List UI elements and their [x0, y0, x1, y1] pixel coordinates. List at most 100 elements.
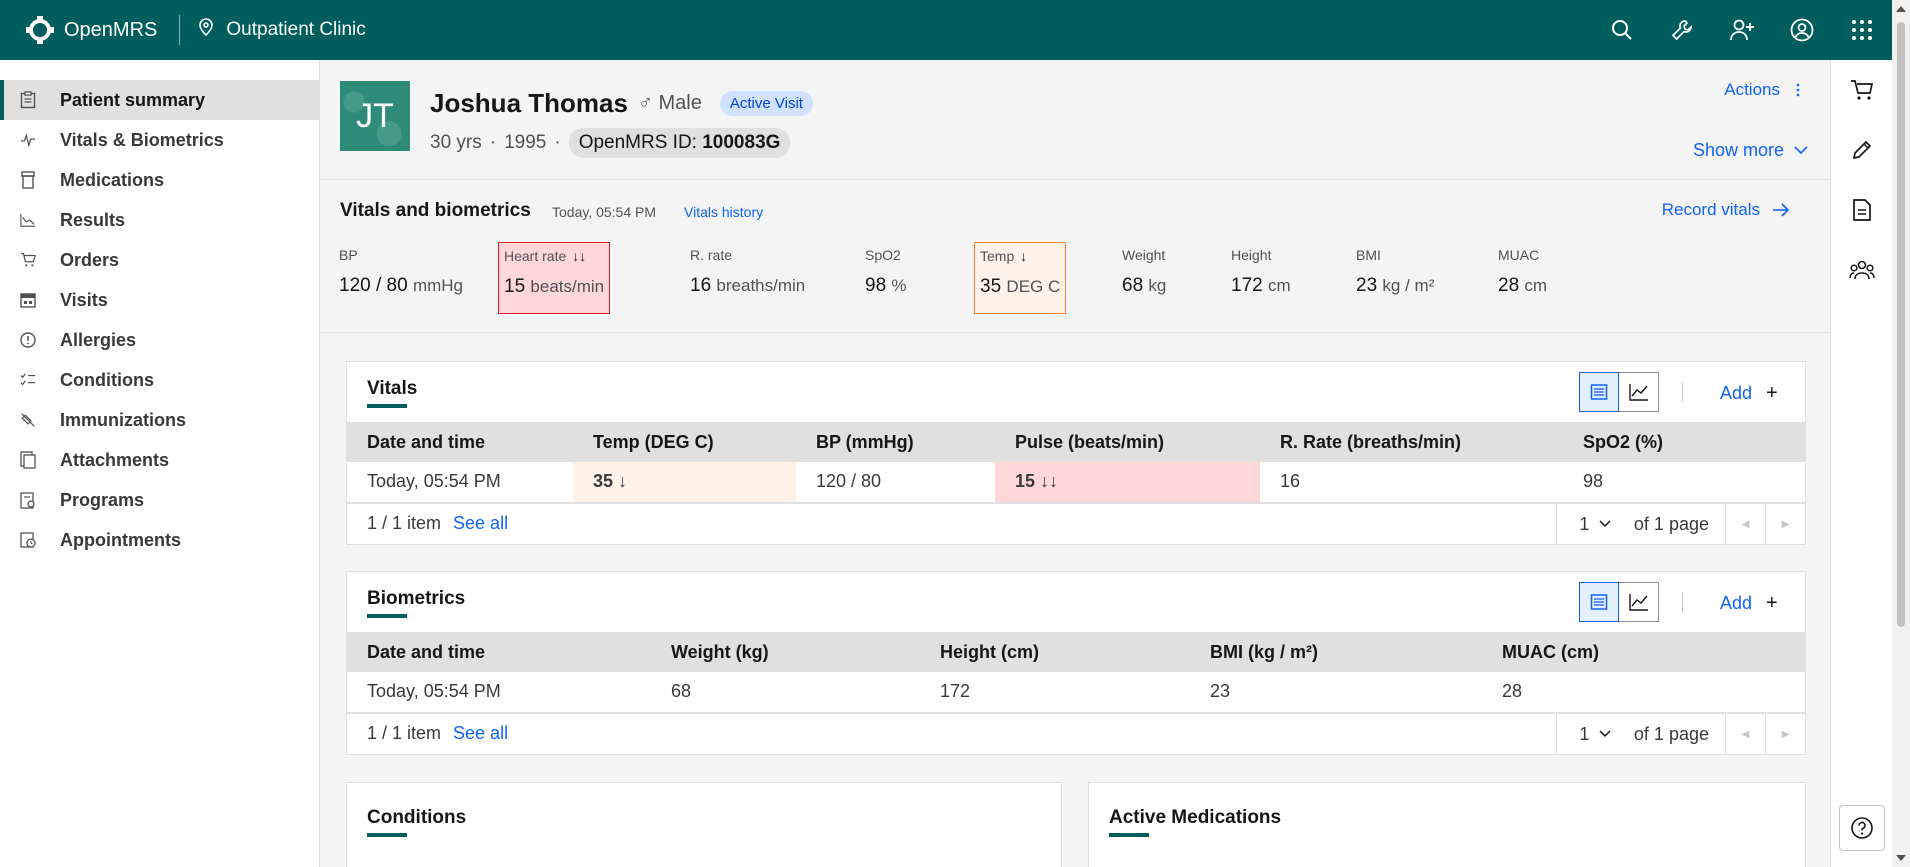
column-header[interactable]: Temp (DEG C) — [573, 422, 796, 462]
vital-tile-spo2: SpO2 98 % — [860, 242, 912, 314]
vitals-table: Date and time Temp (DEG C) BP (mmHg) Pul… — [347, 422, 1805, 503]
column-header[interactable]: Pulse (beats/min) — [995, 422, 1260, 462]
nav-item-label: Immunizations — [60, 409, 187, 430]
location-selector[interactable]: Outpatient Clinic — [198, 18, 366, 42]
brand-logo-link[interactable]: OpenMRS — [0, 0, 157, 60]
nav-item-appointments[interactable]: Appointments — [0, 520, 319, 560]
column-header[interactable]: Date and time — [347, 632, 651, 672]
cell-date: Today, 05:54 PM — [347, 462, 573, 503]
see-all-link[interactable]: See all — [453, 513, 508, 534]
visit-note-button[interactable] — [1831, 120, 1893, 180]
column-header[interactable]: R. Rate (breaths/min) — [1260, 422, 1563, 462]
nav-item-patient-summary[interactable]: Patient summary — [0, 80, 319, 120]
nav-item-orders[interactable]: Orders — [0, 240, 319, 280]
patient-actions-button[interactable]: Actions — [1724, 80, 1800, 100]
nav-item-results[interactable]: Results — [0, 200, 319, 240]
column-header[interactable]: MUAC (cm) — [1482, 632, 1805, 672]
column-header[interactable]: BP (mmHg) — [796, 422, 995, 462]
nav-item-label: Results — [60, 209, 126, 230]
cell-bmi: 23 — [1190, 672, 1482, 713]
help-button[interactable] — [1839, 805, 1885, 851]
column-header[interactable]: BMI (kg / m²) — [1190, 632, 1482, 672]
page-scrollbar[interactable] — [1892, 0, 1910, 867]
scrollbar-thumb[interactable] — [1897, 22, 1905, 627]
vital-label: Temp — [980, 248, 1015, 264]
system-admin-button[interactable] — [1652, 0, 1712, 60]
column-header[interactable]: Height (cm) — [920, 632, 1190, 672]
nav-item-immunizations[interactable]: Immunizations — [0, 400, 319, 440]
vital-tile-muac: MUAC 28 cm — [1493, 242, 1552, 314]
column-header[interactable]: Date and time — [347, 422, 573, 462]
header-actions — [1592, 0, 1910, 60]
nav-item-allergies[interactable]: Allergies — [0, 320, 319, 360]
clinical-forms-button[interactable] — [1831, 180, 1893, 240]
chevron-down-icon — [1599, 730, 1611, 738]
calendar-icon — [20, 292, 36, 308]
order-basket-button[interactable] — [1831, 60, 1893, 120]
nav-item-programs[interactable]: Programs — [0, 480, 319, 520]
gender-male-icon: ♂ — [637, 92, 653, 114]
scroll-down-arrow-icon[interactable] — [1896, 855, 1906, 861]
table-view-button[interactable] — [1579, 372, 1619, 412]
patient-lists-button[interactable] — [1831, 240, 1893, 300]
openmrs-logo-icon — [26, 16, 54, 44]
table-row: Today, 05:54 PM 68 172 23 28 — [347, 672, 1805, 713]
table-view-button[interactable] — [1579, 582, 1619, 622]
user-avatar-icon — [1790, 18, 1814, 42]
add-label: Add — [1720, 593, 1753, 613]
chart-view-button[interactable] — [1619, 582, 1659, 622]
show-more-button[interactable]: Show more — [1693, 140, 1808, 161]
vital-value: 35 — [980, 276, 1002, 297]
nav-item-label: Orders — [60, 249, 120, 270]
column-header[interactable]: SpO2 (%) — [1563, 422, 1805, 462]
vital-value: 28 — [1498, 275, 1520, 296]
add-biometrics-button[interactable]: Add + — [1720, 592, 1778, 615]
next-page-button[interactable]: ▶ — [1765, 714, 1805, 754]
biometrics-table: Date and time Weight (kg) Height (cm) BM… — [347, 632, 1805, 713]
vital-label: Weight — [1122, 247, 1166, 263]
patient-birth-year: 1995 — [504, 132, 547, 153]
nav-item-conditions[interactable]: Conditions — [0, 360, 319, 400]
nav-item-vitals-biometrics[interactable]: Vitals & Biometrics — [0, 120, 319, 160]
cell-date: Today, 05:54 PM — [347, 672, 651, 713]
table-row: Today, 05:54 PM 35 ↓ 120 / 80 15 ↓↓ 16 9… — [347, 462, 1805, 503]
vital-label: SpO2 — [865, 247, 901, 263]
vitals-header-date: Today, 05:54 PM — [552, 204, 657, 220]
nav-item-label: Allergies — [60, 329, 137, 350]
page-total: of 1 page — [1633, 723, 1709, 744]
page-select[interactable]: 1 — [1555, 504, 1634, 544]
nav-item-attachments[interactable]: Attachments — [0, 440, 319, 480]
chart-line-icon — [1628, 594, 1648, 611]
card-title-underline — [367, 404, 407, 408]
column-header[interactable]: Weight (kg) — [651, 632, 920, 672]
user-menu-button[interactable] — [1772, 0, 1832, 60]
vital-label: R. rate — [690, 247, 733, 263]
pagination-count: 1 / 1 item — [367, 723, 442, 743]
vital-unit: breaths/min — [716, 276, 806, 295]
chart-view-button[interactable] — [1619, 372, 1659, 412]
see-all-link[interactable]: See all — [453, 723, 508, 744]
warning-circle-icon — [20, 332, 36, 348]
page-select[interactable]: 1 — [1555, 714, 1634, 754]
nav-item-medications[interactable]: Medications — [0, 160, 319, 200]
search-button[interactable] — [1592, 0, 1652, 60]
previous-page-button[interactable]: ◀ — [1725, 714, 1765, 754]
next-page-button[interactable]: ▶ — [1765, 504, 1805, 544]
vital-label: Heart rate — [504, 248, 567, 264]
add-vitals-button[interactable]: Add + — [1720, 382, 1778, 405]
vital-unit: kg / m² — [1382, 276, 1435, 295]
scroll-up-arrow-icon[interactable] — [1896, 6, 1906, 12]
vital-tile-heart-rate: Heart rate ↓↓ 15 beats/min — [498, 242, 611, 314]
card-title-underline — [367, 833, 407, 837]
app-switcher-button[interactable] — [1832, 0, 1892, 60]
nav-item-visits[interactable]: Visits — [0, 280, 319, 320]
record-vitals-button[interactable]: Record vitals — [1662, 200, 1790, 220]
active-visit-tag: Active Visit — [719, 91, 813, 116]
table-list-icon — [1590, 384, 1608, 400]
plus-icon: + — [1766, 382, 1778, 404]
vitals-history-link[interactable]: Vitals history — [684, 204, 763, 220]
vital-label: Height — [1231, 247, 1272, 263]
previous-page-button[interactable]: ◀ — [1725, 504, 1765, 544]
add-patient-button[interactable] — [1712, 0, 1772, 60]
arrow-down-flag-icon: ↓↓ — [572, 248, 587, 264]
